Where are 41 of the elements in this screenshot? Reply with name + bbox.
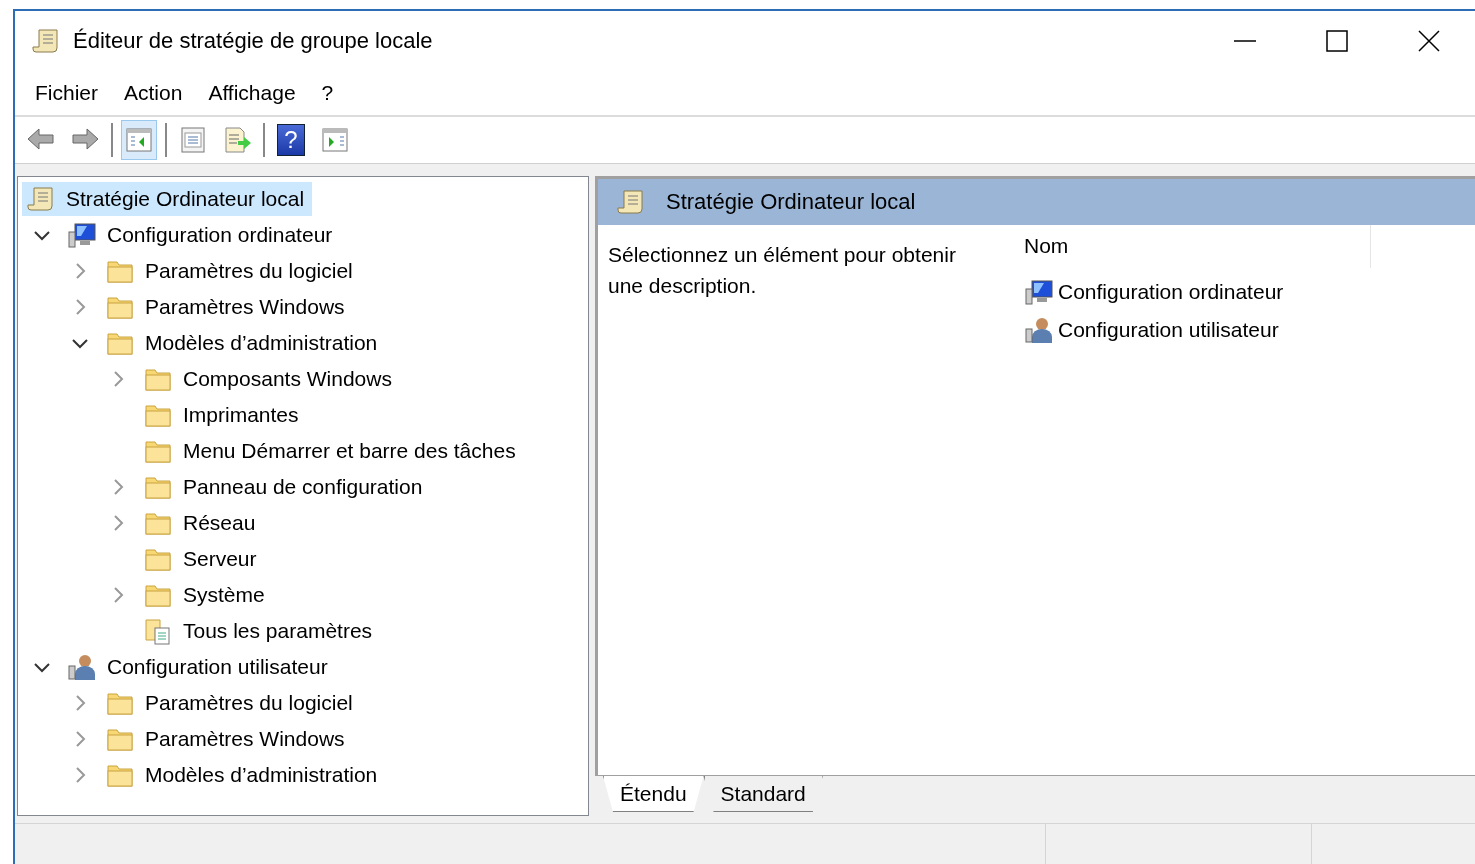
tree-item[interactable]: Stratégie Ordinateur local <box>22 182 313 216</box>
computer-icon <box>1024 277 1054 307</box>
tree-item[interactable]: Paramètres du logiciel <box>101 254 361 288</box>
menu-item[interactable]: Affichage <box>196 77 308 109</box>
tree-item[interactable]: Paramètres Windows <box>101 290 353 324</box>
tree-item[interactable]: Panneau de configuration <box>139 470 431 504</box>
computer-icon <box>67 220 97 250</box>
user-icon <box>67 652 97 682</box>
show-tree-icon[interactable] <box>121 120 157 160</box>
list-item[interactable]: Configuration utilisateur <box>1024 311 1279 349</box>
tree-item[interactable]: Imprimantes <box>139 398 307 432</box>
tree-item[interactable]: Tous les paramètres <box>139 614 381 648</box>
tree-item[interactable]: Configuration ordinateur <box>63 218 341 252</box>
tree-item[interactable]: Système <box>139 578 273 612</box>
scroll-icon <box>31 26 61 56</box>
menu-item[interactable]: ? <box>309 77 346 109</box>
tree-item[interactable]: Modèles d’administration <box>101 758 386 792</box>
tree-item[interactable]: Paramètres Windows <box>101 722 353 756</box>
tree-item[interactable]: Modèles d’administration <box>101 326 386 360</box>
maximize-icon <box>1326 30 1348 52</box>
column-header[interactable]: Nom <box>1024 224 1371 268</box>
scroll-icon <box>26 184 56 214</box>
menu-item[interactable]: Fichier <box>23 77 110 109</box>
pane-title: Stratégie Ordinateur local <box>666 189 916 215</box>
list-item[interactable]: Configuration ordinateur <box>1024 273 1284 311</box>
tree-item[interactable]: Composants Windows <box>139 362 400 396</box>
tree-item[interactable]: Paramètres du logiciel <box>101 686 361 720</box>
close-icon <box>1418 30 1440 52</box>
scroll-icon <box>616 187 646 217</box>
tab[interactable]: Étendu <box>603 776 704 812</box>
menu-item[interactable]: Action <box>112 77 195 109</box>
user-icon <box>1024 315 1054 345</box>
tree-item[interactable]: Configuration utilisateur <box>63 650 336 684</box>
minimize-icon <box>1234 40 1256 42</box>
tree-item[interactable]: Réseau <box>139 506 264 540</box>
settings-document-icon <box>143 616 173 646</box>
tab[interactable]: Standard <box>703 776 823 812</box>
tree-item[interactable]: Menu Démarrer et barre des tâches <box>139 434 524 468</box>
window-title: Éditeur de stratégie de groupe locale <box>73 28 434 54</box>
description-text: Sélectionnez un élément pour obtenir une description. <box>607 242 957 299</box>
tree-item[interactable]: Serveur <box>139 542 265 576</box>
